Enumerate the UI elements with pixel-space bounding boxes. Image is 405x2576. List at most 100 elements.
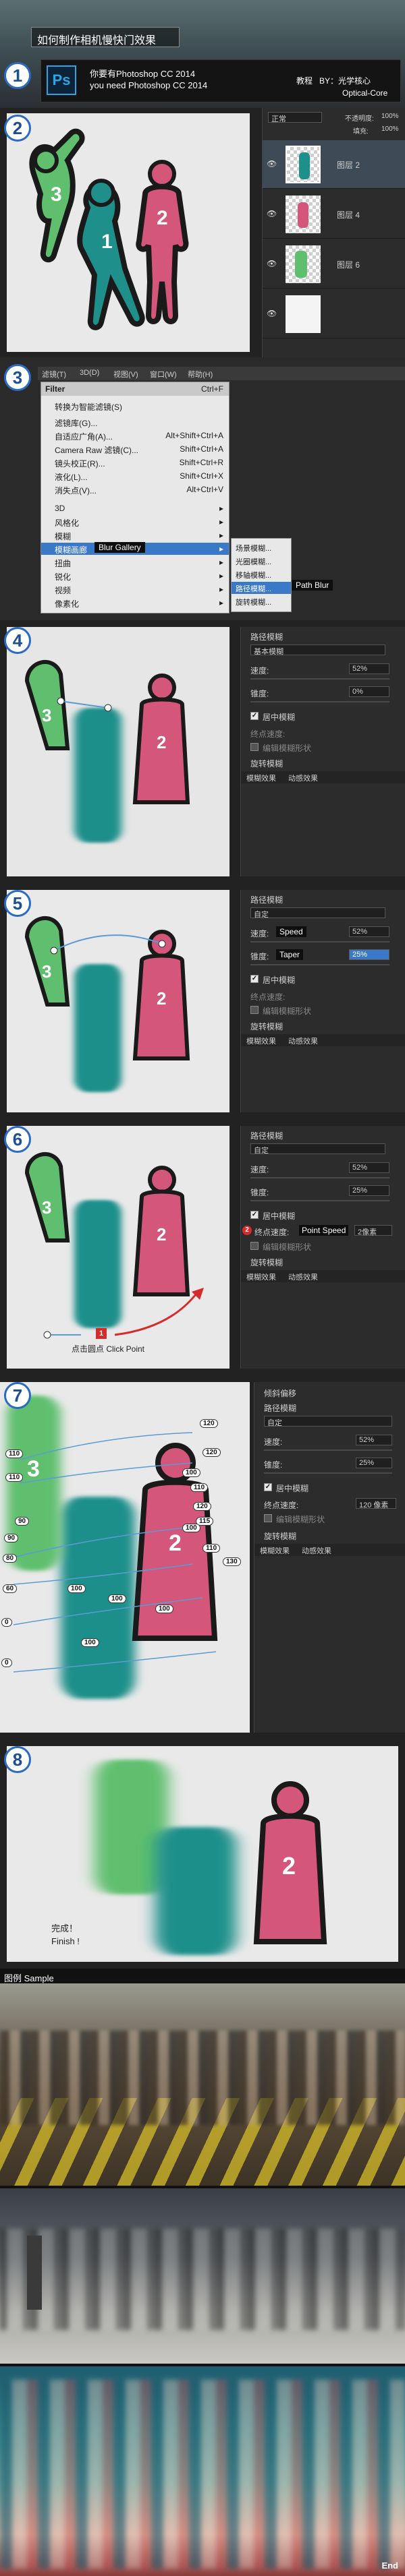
eye-icon[interactable]: 👁 xyxy=(267,309,277,318)
path-point-value[interactable]: 100 xyxy=(68,1584,86,1593)
path-point-value[interactable]: 130 xyxy=(223,1557,241,1566)
tab-motion-effect[interactable]: 动感效果 xyxy=(288,1271,318,1282)
eye-icon[interactable]: 👁 xyxy=(267,259,277,268)
menu-item-row[interactable]: 滤镜库(G)... xyxy=(41,416,229,428)
tab-motion-effect[interactable]: 动感效果 xyxy=(302,1545,331,1556)
layer-row[interactable]: 👁 xyxy=(263,290,405,338)
preset-select[interactable]: 自定 xyxy=(250,907,385,919)
path-point-value[interactable]: 0 xyxy=(1,1658,12,1667)
section-rotate[interactable]: 旋转模糊 xyxy=(264,1530,296,1542)
path-point-value[interactable]: 120 xyxy=(200,1419,218,1428)
menu-window[interactable]: 窗口(W) xyxy=(150,369,177,380)
path-point-value[interactable]: 110 xyxy=(5,1473,24,1482)
speed-value[interactable]: 52% xyxy=(349,926,389,937)
menu-item-row[interactable]: 消失点(V)... Alt+Ctrl+V xyxy=(41,483,229,496)
submenu-item[interactable]: 光圈模糊... xyxy=(232,555,291,567)
speed-value[interactable]: 52% xyxy=(349,663,389,674)
tab-motion-effect[interactable]: 动感效果 xyxy=(288,1036,318,1046)
tab-blur-effect[interactable]: 模糊效果 xyxy=(260,1545,290,1556)
preset-select[interactable]: 基本模糊 xyxy=(250,645,385,656)
taper-slider[interactable] xyxy=(250,964,389,965)
menu-item-row[interactable]: Camera Raw 滤镜(C)... Shift+Ctrl+A xyxy=(41,443,229,455)
path-point-value[interactable]: 100 xyxy=(155,1605,173,1613)
preset-select[interactable]: 自定 xyxy=(264,1416,392,1427)
speed-value[interactable]: 52% xyxy=(349,1162,389,1173)
taper-value[interactable]: 25% xyxy=(356,1458,392,1468)
taper-slider[interactable] xyxy=(250,701,389,702)
section-rotate[interactable]: 旋转模糊 xyxy=(250,758,283,769)
speed-value[interactable]: 52% xyxy=(356,1435,392,1445)
editor-checkbox[interactable] xyxy=(264,1514,272,1522)
menu-item-row[interactable]: 转换为智能滤镜(S) xyxy=(41,400,229,412)
fill-value[interactable]: 100% xyxy=(381,125,399,133)
centered-checkbox[interactable]: ✓ xyxy=(250,1211,259,1219)
tab-blur-effect[interactable]: 模糊效果 xyxy=(246,1036,276,1046)
path-point-value[interactable]: 80 xyxy=(3,1554,18,1563)
layer-row[interactable]: 👁 图层 2 xyxy=(263,140,405,189)
menu-view[interactable]: 视图(V) xyxy=(113,369,138,380)
endpoint-value[interactable]: 120 像素 xyxy=(356,1498,396,1509)
editor-checkbox[interactable] xyxy=(250,1242,259,1250)
path-point-value[interactable]: 110 xyxy=(202,1544,221,1553)
centered-checkbox[interactable]: ✓ xyxy=(250,975,259,983)
path-point-value[interactable]: 100 xyxy=(108,1594,126,1603)
layer-row[interactable]: 👁 图层 6 xyxy=(263,240,405,289)
path-point-value[interactable]: 110 xyxy=(190,1483,209,1492)
layer-row[interactable]: 👁 图层 4 xyxy=(263,190,405,239)
submenu-item-selected[interactable]: 路径模糊... xyxy=(232,582,291,594)
centered-checkbox[interactable]: ✓ xyxy=(264,1483,272,1491)
menu-help[interactable]: 帮助(H) xyxy=(188,369,213,380)
path-point-value[interactable]: 120 xyxy=(202,1448,221,1457)
taper-slider[interactable] xyxy=(264,1472,392,1474)
speed-slider[interactable] xyxy=(250,941,389,942)
preset-select[interactable]: 自定 xyxy=(250,1143,385,1155)
path-point-value[interactable]: 0 xyxy=(1,1618,12,1627)
menu-3d[interactable]: 3D(D) xyxy=(80,369,99,377)
speed-slider[interactable] xyxy=(250,678,389,680)
menu-item-row[interactable]: 镜头校正(R)... Shift+Ctrl+R xyxy=(41,456,229,469)
endpoint-value[interactable]: 2像素 xyxy=(354,1225,392,1236)
submenu-item[interactable]: 移轴模糊... xyxy=(232,568,291,580)
menu-item-row[interactable]: 自适应广角(A)... Alt+Shift+Ctrl+A xyxy=(41,429,229,442)
section-rotate[interactable]: 旋转模糊 xyxy=(250,1257,283,1268)
opacity-value[interactable]: 100% xyxy=(381,113,399,120)
taper-value[interactable]: 25% xyxy=(349,1185,389,1196)
eye-icon[interactable]: 👁 xyxy=(267,209,277,218)
menu-item-row[interactable]: 像素化 ▸ xyxy=(41,597,229,609)
filter-top-row[interactable]: Filter Ctrl+F xyxy=(41,382,229,396)
tab-motion-effect[interactable]: 动感效果 xyxy=(288,773,318,783)
centered-checkbox[interactable]: ✓ xyxy=(250,712,259,720)
taper-value[interactable]: 0% xyxy=(349,686,389,697)
menu-item-row[interactable]: 风格化 ▸ xyxy=(41,516,229,528)
path-point-value[interactable]: 100 xyxy=(182,1524,200,1532)
path-point-value[interactable]: 60 xyxy=(3,1584,18,1593)
section-rotate[interactable]: 旋转模糊 xyxy=(250,1021,283,1032)
path-point-value[interactable]: 90 xyxy=(4,1534,19,1542)
menu-filter[interactable]: 滤镜(T) xyxy=(42,369,66,380)
submenu-item[interactable]: 旋转模糊... xyxy=(232,595,291,607)
menu-item-row[interactable]: 视频 ▸ xyxy=(41,583,229,595)
path-point-value[interactable]: 110 xyxy=(5,1449,24,1458)
speed-slider[interactable] xyxy=(250,1177,389,1178)
path-point-value[interactable]: 120 xyxy=(193,1502,211,1511)
speed-slider[interactable] xyxy=(264,1449,392,1451)
path-point-value[interactable]: 100 xyxy=(81,1638,99,1647)
menu-item-row[interactable]: 3D ▸ xyxy=(41,502,229,514)
menu-item-row[interactable]: 液化(L)... Shift+Ctrl+X xyxy=(41,470,229,482)
taper-slider[interactable] xyxy=(250,1200,389,1201)
editor-checkbox[interactable] xyxy=(250,1006,259,1014)
submenu-item[interactable]: 场景模糊... xyxy=(232,541,291,553)
eye-icon[interactable]: 👁 xyxy=(267,159,277,169)
blur-panel: 路径模糊 基本模糊 速度: 52% 锥度: 0% ✓ 居中模糊 终点速度: 编辑… xyxy=(240,627,405,876)
menu-item-row[interactable]: 扭曲 ▸ xyxy=(41,556,229,568)
section-tilt-shift[interactable]: 倾斜偏移 xyxy=(264,1387,296,1399)
tab-blur-effect[interactable]: 模糊效果 xyxy=(246,1271,276,1282)
taper-value[interactable]: 25% xyxy=(349,949,389,960)
blend-mode-select[interactable]: 正常 xyxy=(268,112,322,123)
menu-item-row[interactable]: 锐化 ▸ xyxy=(41,570,229,582)
tab-blur-effect[interactable]: 模糊效果 xyxy=(246,773,276,783)
menu-item-row[interactable]: 模糊 ▸ xyxy=(41,529,229,541)
path-point-value[interactable]: 100 xyxy=(182,1468,200,1477)
path-point-value[interactable]: 90 xyxy=(15,1517,30,1526)
editor-checkbox[interactable] xyxy=(250,743,259,751)
